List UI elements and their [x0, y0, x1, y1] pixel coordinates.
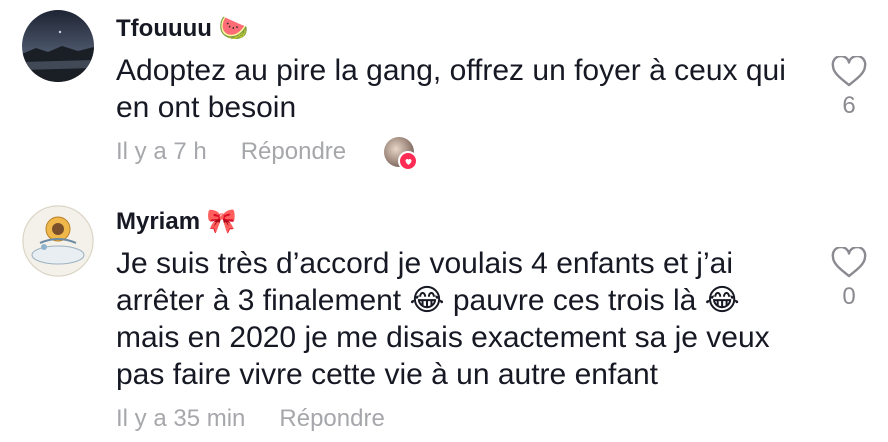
- comment-timestamp: Il y a 7 h: [116, 138, 207, 165]
- avatar[interactable]: [22, 10, 94, 82]
- creator-liked-avatar: [384, 137, 419, 171]
- like-control: 6: [828, 56, 870, 120]
- comment-username[interactable]: Tfouuuu 🍉: [116, 14, 249, 43]
- comment-timestamp: Il y a 35 min: [116, 405, 246, 432]
- comment-text: Je suis très d’accord je voulais 4 enfan…: [116, 247, 770, 391]
- comment-meta: Il y a 7 h Répondre: [116, 137, 419, 171]
- comment-meta: Il y a 35 min Répondre: [116, 405, 385, 433]
- heart-outline-icon[interactable]: [831, 247, 867, 279]
- like-count: 6: [842, 92, 856, 119]
- comment-item: Tfouuuu 🍉 Adoptez au pire la gang, offre…: [0, 0, 888, 185]
- comment-username[interactable]: Myriam 🎀: [116, 207, 237, 236]
- like-control: 0: [828, 247, 870, 311]
- avatar-landscape-image: [22, 10, 94, 82]
- avatar-illustration-image: [22, 205, 94, 277]
- reply-button[interactable]: Répondre: [279, 405, 384, 433]
- comment-text: Adoptez au pire la gang, offrez un foyer…: [116, 54, 786, 124]
- avatar[interactable]: [22, 205, 94, 277]
- comment-item: Myriam 🎀 Je suis très d’accord je voulai…: [0, 185, 888, 442]
- heart-badge-icon: [398, 151, 419, 171]
- reply-button[interactable]: Répondre: [241, 138, 346, 166]
- like-count: 0: [842, 283, 856, 310]
- heart-outline-icon[interactable]: [831, 56, 867, 88]
